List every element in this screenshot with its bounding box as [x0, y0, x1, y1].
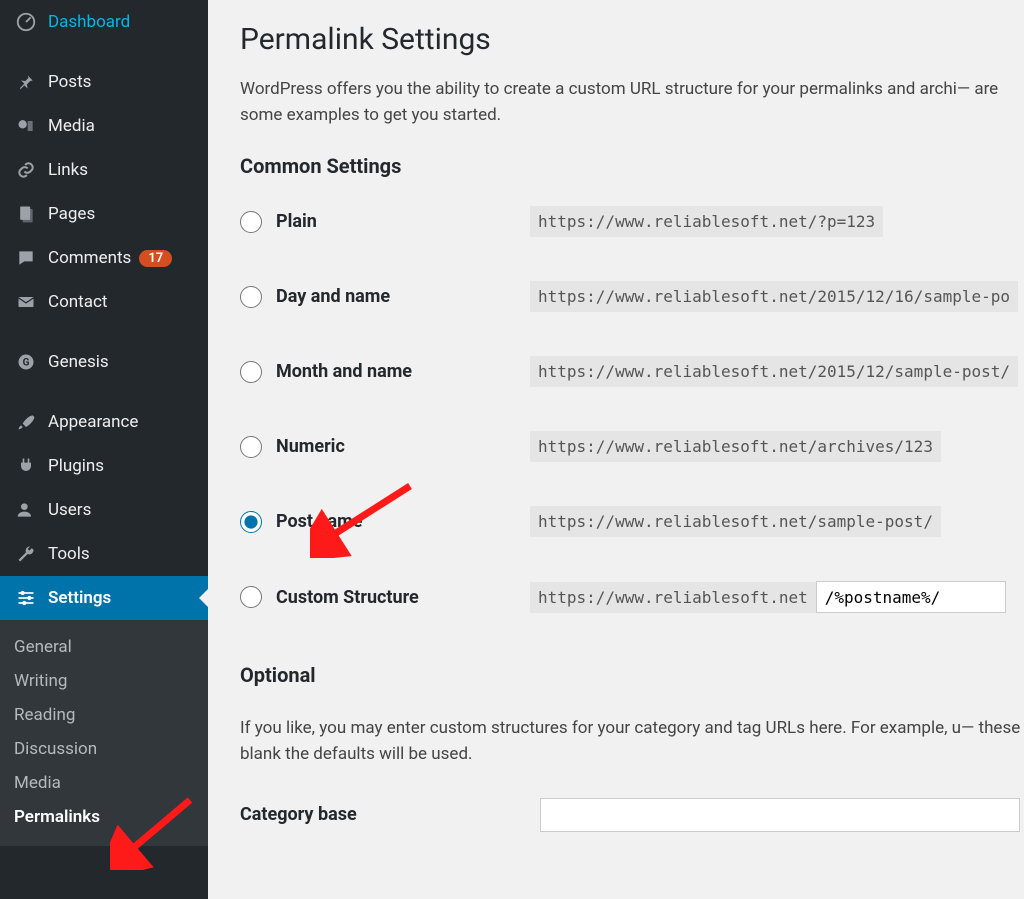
- radio-label-custom: Custom Structure: [276, 587, 419, 608]
- sidebar-item-label: Users: [48, 500, 91, 520]
- submenu-item-discussion[interactable]: Discussion: [0, 732, 208, 766]
- sliders-icon: [14, 586, 38, 610]
- sidebar-item-genesis[interactable]: G Genesis: [0, 340, 208, 384]
- sidebar-item-label: Contact: [48, 292, 107, 312]
- wrench-icon: [14, 542, 38, 566]
- submenu-item-general[interactable]: General: [0, 630, 208, 664]
- custom-structure-input[interactable]: [816, 581, 1006, 613]
- sidebar-item-dashboard[interactable]: Dashboard: [0, 0, 208, 44]
- sidebar-item-plugins[interactable]: Plugins: [0, 444, 208, 488]
- dashboard-icon: [14, 10, 38, 34]
- brush-icon: [14, 410, 38, 434]
- sidebar-item-posts[interactable]: Posts: [0, 60, 208, 104]
- admin-sidebar: Dashboard Posts Media Links Pages Commen…: [0, 0, 208, 899]
- option-row-custom: Custom Structure https://www.reliablesof…: [240, 581, 1024, 613]
- sidebar-item-label: Tools: [48, 544, 90, 564]
- sidebar-item-users[interactable]: Users: [0, 488, 208, 532]
- sidebar-item-label: Comments: [48, 248, 131, 268]
- intro-text: WordPress offers you the ability to crea…: [240, 77, 1024, 128]
- sidebar-item-label: Dashboard: [48, 12, 130, 32]
- settings-submenu: General Writing Reading Discussion Media…: [0, 620, 208, 846]
- sidebar-item-label: Pages: [48, 204, 95, 224]
- optional-text: If you like, you may enter custom struct…: [240, 715, 1024, 768]
- genesis-icon: G: [14, 350, 38, 374]
- sidebar-item-contact[interactable]: Contact: [0, 280, 208, 324]
- option-row-dayname: Day and name https://www.reliablesoft.ne…: [240, 281, 1024, 312]
- radio-label-postname: Post name: [276, 511, 363, 532]
- sidebar-item-tools[interactable]: Tools: [0, 532, 208, 576]
- sidebar-item-label: Media: [48, 116, 95, 136]
- sidebar-item-label: Settings: [48, 588, 111, 608]
- radio-label-monthname: Month and name: [276, 361, 412, 382]
- comment-icon: [14, 246, 38, 270]
- sidebar-item-media[interactable]: Media: [0, 104, 208, 148]
- sidebar-item-label: Posts: [48, 72, 91, 92]
- sidebar-item-appearance[interactable]: Appearance: [0, 400, 208, 444]
- category-base-input[interactable]: [540, 798, 1020, 832]
- radio-label-plain: Plain: [276, 211, 317, 232]
- envelope-icon: [14, 290, 38, 314]
- sidebar-item-settings[interactable]: Settings: [0, 576, 208, 620]
- svg-text:G: G: [23, 357, 30, 368]
- category-base-row: Category base: [240, 798, 1024, 832]
- category-base-label: Category base: [240, 804, 540, 825]
- optional-heading: Optional: [240, 663, 1024, 687]
- url-sample-dayname: https://www.reliablesoft.net/2015/12/16/…: [530, 281, 1018, 312]
- option-row-monthname: Month and name https://www.reliablesoft.…: [240, 356, 1024, 387]
- radio-label-numeric: Numeric: [276, 436, 345, 457]
- radio-label-dayname: Day and name: [276, 286, 390, 307]
- url-sample-monthname: https://www.reliablesoft.net/2015/12/sam…: [530, 356, 1018, 387]
- comments-count-badge: 17: [139, 250, 172, 267]
- link-icon: [14, 158, 38, 182]
- plugin-icon: [14, 454, 38, 478]
- url-sample-numeric: https://www.reliablesoft.net/archives/12…: [530, 431, 941, 462]
- option-row-plain: Plain https://www.reliablesoft.net/?p=12…: [240, 206, 1024, 237]
- sidebar-item-pages[interactable]: Pages: [0, 192, 208, 236]
- sidebar-item-label: Plugins: [48, 456, 104, 476]
- sidebar-item-label: Links: [48, 160, 88, 180]
- common-settings-heading: Common Settings: [240, 154, 1024, 178]
- media-icon: [14, 114, 38, 138]
- radio-plain[interactable]: [240, 211, 262, 233]
- sidebar-item-links[interactable]: Links: [0, 148, 208, 192]
- radio-dayname[interactable]: [240, 286, 262, 308]
- option-row-numeric: Numeric https://www.reliablesoft.net/arc…: [240, 431, 1024, 462]
- radio-custom[interactable]: [240, 586, 262, 608]
- page-title: Permalink Settings: [240, 22, 1024, 57]
- radio-postname[interactable]: [240, 511, 262, 533]
- sidebar-item-label: Genesis: [48, 352, 109, 372]
- custom-base-url: https://www.reliablesoft.net: [530, 582, 816, 613]
- submenu-item-media[interactable]: Media: [0, 766, 208, 800]
- submenu-item-reading[interactable]: Reading: [0, 698, 208, 732]
- radio-monthname[interactable]: [240, 361, 262, 383]
- pin-icon: [14, 70, 38, 94]
- submenu-item-permalinks[interactable]: Permalinks: [0, 800, 208, 834]
- url-sample-postname: https://www.reliablesoft.net/sample-post…: [530, 506, 941, 537]
- sidebar-item-label: Appearance: [48, 412, 138, 432]
- option-row-postname: Post name https://www.reliablesoft.net/s…: [240, 506, 1024, 537]
- url-sample-plain: https://www.reliablesoft.net/?p=123: [530, 206, 883, 237]
- main-content: Permalink Settings WordPress offers you …: [208, 0, 1024, 899]
- page-icon: [14, 202, 38, 226]
- users-icon: [14, 498, 38, 522]
- submenu-item-writing[interactable]: Writing: [0, 664, 208, 698]
- sidebar-item-comments[interactable]: Comments 17: [0, 236, 208, 280]
- radio-numeric[interactable]: [240, 436, 262, 458]
